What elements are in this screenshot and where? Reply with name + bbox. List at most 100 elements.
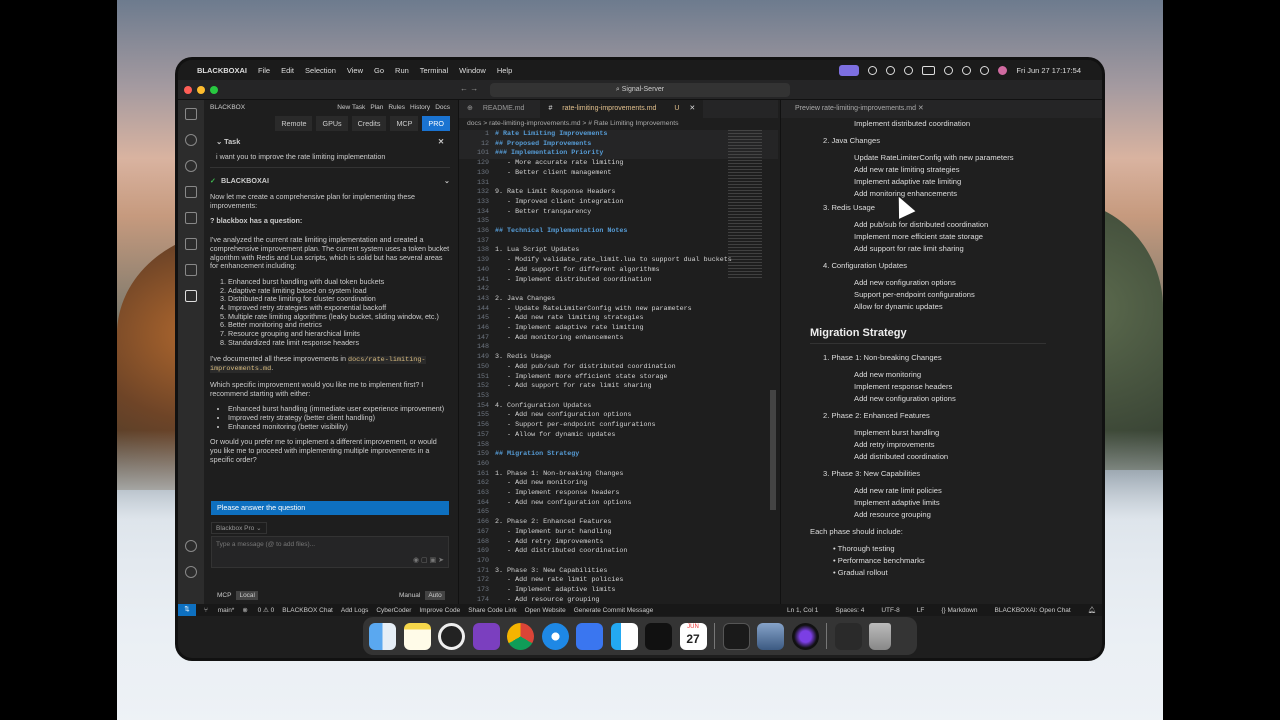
auto-toggle[interactable]: Auto — [425, 591, 445, 600]
collapse-chevron-icon[interactable]: ⌄ — [216, 137, 224, 146]
line-ending[interactable]: LF — [917, 607, 925, 614]
status-add-logs[interactable]: Add Logs — [341, 607, 368, 614]
menubar-app-name[interactable]: BLACKBOXAI — [197, 66, 247, 75]
code-line[interactable]: 145 - Add new rate limiting strategies — [459, 314, 778, 324]
code-line[interactable]: 162 - Add new monitoring — [459, 479, 778, 489]
code-line[interactable]: 142 — [459, 285, 778, 295]
tab-readme[interactable]: ⊕ README.md — [459, 100, 540, 118]
indentation[interactable]: Spaces: 4 — [835, 607, 864, 614]
github-desktop-icon[interactable] — [472, 622, 500, 650]
new-task-link[interactable]: New Task — [337, 104, 365, 111]
settings-gear-icon[interactable] — [185, 566, 197, 578]
chrome-icon[interactable] — [507, 622, 534, 650]
code-line[interactable]: 165 — [459, 508, 778, 518]
wifi-icon[interactable] — [944, 65, 954, 75]
safari-icon[interactable] — [541, 622, 569, 650]
control-center-icon[interactable] — [962, 65, 972, 75]
code-line[interactable]: 170 — [459, 557, 778, 567]
remote-explorer-icon[interactable] — [185, 212, 197, 224]
focus-moon-icon[interactable] — [886, 65, 896, 75]
mcp-toggle[interactable]: MCP — [214, 591, 234, 600]
menu-help[interactable]: Help — [497, 66, 512, 75]
menu-selection[interactable]: Selection — [305, 66, 336, 75]
status-cybercoder[interactable]: CyberCoder — [376, 607, 411, 614]
code-line[interactable]: 171 3. Phase 3: New Capabilities — [459, 567, 778, 577]
problems[interactable]: ⊗ 0 ⚠ 0 — [242, 606, 274, 614]
manual-toggle[interactable]: Manual — [396, 591, 423, 600]
search-icon[interactable] — [185, 160, 197, 172]
model-select[interactable]: Blackbox Pro ⌄ — [211, 522, 267, 534]
preview-icon[interactable] — [757, 622, 784, 650]
code-line[interactable]: 148 — [459, 343, 778, 353]
open-chat[interactable]: BLACKBOXAI: Open Chat — [995, 607, 1071, 614]
code-line[interactable]: 144 - Update RateLimiterConfig with new … — [459, 305, 778, 315]
extensions-icon[interactable] — [185, 238, 197, 250]
code-line[interactable]: 146 - Implement adaptive rate limiting — [459, 324, 778, 334]
breadcrumb[interactable]: docs > rate-limiting-improvements.md > #… — [459, 118, 778, 130]
dark-mode-icon[interactable] — [904, 65, 914, 75]
code-line[interactable]: 172 - Add new rate limit policies — [459, 576, 778, 586]
tab-preview[interactable]: Preview rate-limiting-improvements.md ✕ — [781, 100, 1102, 118]
tab-remote[interactable]: Remote — [275, 115, 313, 131]
answer-question-button[interactable]: Please answer the question — [211, 501, 449, 515]
screen-record-icon[interactable] — [839, 64, 860, 76]
battery-icon[interactable] — [922, 65, 936, 75]
bell-icon[interactable]: 🔔︎ — [1088, 606, 1096, 614]
tab-credits[interactable]: Credits — [351, 115, 387, 131]
code-line[interactable]: 166 2. Phase 2: Enhanced Features — [459, 518, 778, 528]
code-line[interactable]: 161 1. Phase 1: Non-breaking Changes — [459, 470, 778, 480]
code-line[interactable]: 156 - Support per-endpoint configuration… — [459, 421, 778, 431]
record-icon[interactable] — [868, 65, 878, 75]
language-mode[interactable]: {} Markdown — [941, 607, 977, 614]
rules-link[interactable]: Rules — [388, 104, 405, 111]
code-line[interactable]: 153 — [459, 392, 778, 402]
menu-view[interactable]: View — [347, 66, 363, 75]
code-line[interactable]: 160 — [459, 460, 778, 470]
status-share-code[interactable]: Share Code Link — [468, 607, 516, 614]
run-debug-icon[interactable] — [185, 186, 197, 198]
docs-link[interactable]: Docs — [435, 104, 450, 111]
folder-icon[interactable] — [834, 622, 862, 650]
status-improve-code[interactable]: Improve Code — [419, 607, 460, 614]
account-icon[interactable] — [185, 540, 197, 552]
code-line[interactable]: 152 - Add support for rate limit sharing — [459, 382, 778, 392]
input-actions-icon[interactable]: ◉ ▢ ▣ ➤ — [413, 556, 444, 564]
scrollbar[interactable] — [770, 390, 776, 510]
code-line[interactable]: 163 - Implement response headers — [459, 489, 778, 499]
tab-rate-limiting[interactable]: # rate-limiting-improvements.md U ✕ — [540, 100, 704, 118]
finder-icon[interactable] — [369, 622, 396, 650]
code-line[interactable]: 159 ## Migration Strategy — [459, 450, 778, 460]
close-window-icon[interactable] — [184, 86, 192, 94]
tab-gpus[interactable]: GPUs — [316, 115, 348, 131]
tab-mcp[interactable]: MCP — [390, 115, 419, 131]
blackbox-icon[interactable] — [185, 290, 197, 302]
code-line[interactable]: 158 — [459, 441, 778, 451]
command-center-search[interactable]: ⌕ Signal-Server — [490, 83, 790, 97]
code-line[interactable]: 155 - Add new configuration options — [459, 411, 778, 421]
message-input[interactable]: Type a message (@ to add files)... ◉ ▢ ▣… — [211, 536, 449, 568]
minimap[interactable] — [728, 130, 762, 280]
code-line[interactable]: 167 - Implement burst handling — [459, 528, 778, 538]
explorer-icon[interactable] — [185, 108, 197, 120]
code-line[interactable]: 149 3. Redis Usage — [459, 353, 778, 363]
tab-pro[interactable]: PRO — [422, 115, 450, 131]
menu-window[interactable]: Window — [459, 66, 486, 75]
menu-file[interactable]: File — [258, 66, 270, 75]
menubar-clock[interactable]: Fri Jun 27 17:17:54 — [1016, 66, 1081, 75]
menu-terminal[interactable]: Terminal — [420, 66, 448, 75]
close-task-icon[interactable]: ✕ — [438, 137, 444, 146]
spotlight-search-icon[interactable] — [980, 65, 990, 75]
code-line[interactable]: 173 - Implement adaptive limits — [459, 586, 778, 596]
code-line[interactable]: 154 4. Configuration Updates — [459, 402, 778, 412]
status-open-website[interactable]: Open Website — [525, 607, 566, 614]
cursor-position[interactable]: Ln 1, Col 1 — [787, 607, 818, 614]
minimize-window-icon[interactable] — [197, 86, 205, 94]
menu-go[interactable]: Go — [374, 66, 384, 75]
menu-edit[interactable]: Edit — [281, 66, 294, 75]
local-toggle[interactable]: Local — [236, 591, 258, 600]
source-control-icon[interactable] — [185, 134, 197, 146]
clock-icon[interactable] — [438, 622, 465, 650]
maximize-window-icon[interactable] — [210, 86, 218, 94]
code-line[interactable]: 169 - Add distributed coordination — [459, 547, 778, 557]
encoding[interactable]: UTF-8 — [881, 607, 899, 614]
